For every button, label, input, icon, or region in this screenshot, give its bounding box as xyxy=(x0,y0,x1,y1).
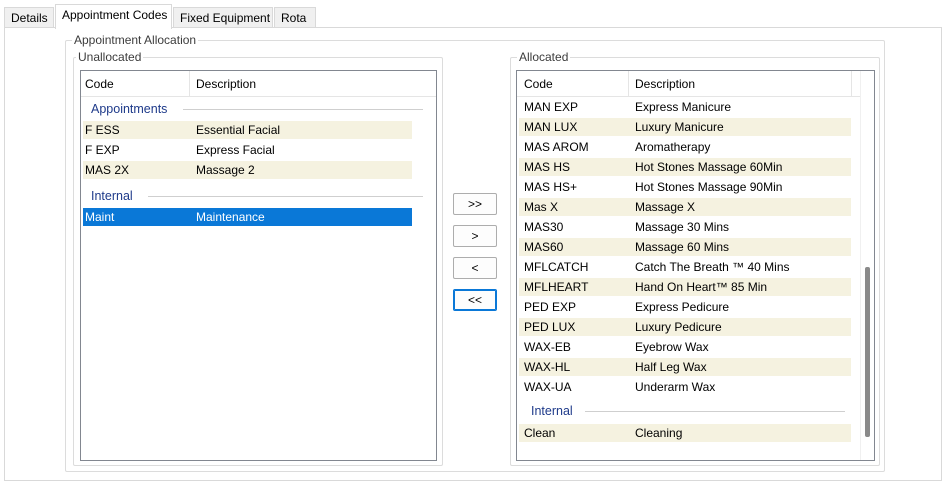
row-description: Luxury Manicure xyxy=(635,120,724,134)
tab-details[interactable]: Details xyxy=(4,7,54,28)
row-description: Hot Stones Massage 90Min xyxy=(635,180,783,194)
tab-appointment-codes[interactable]: Appointment Codes xyxy=(55,4,172,29)
list-item[interactable]: MAS HS Hot Stones Massage 60Min xyxy=(519,158,851,176)
list-item[interactable]: WAX-EB Eyebrow Wax xyxy=(519,338,851,356)
add-button[interactable]: > xyxy=(453,225,497,247)
tab-rota[interactable]: Rota xyxy=(274,7,316,28)
row-code: MAS30 xyxy=(524,220,564,234)
row-code: PED LUX xyxy=(524,320,576,334)
scrollbar-thumb[interactable] xyxy=(865,267,870,437)
row-description: Maintenance xyxy=(196,210,265,224)
unallocated-title: Unallocated xyxy=(76,50,144,64)
list-item[interactable]: MAS AROM Aromatherapy xyxy=(519,138,851,156)
tab-appointment-codes-label: Appointment Codes xyxy=(62,8,168,22)
column-header-code[interactable]: Code xyxy=(520,71,553,97)
group-header-internal: Internal xyxy=(519,401,851,421)
list-item[interactable]: WAX-UA Underarm Wax xyxy=(519,378,851,396)
row-code: MFLCATCH xyxy=(524,260,589,274)
row-code: MAS HS+ xyxy=(524,180,578,194)
allocated-list-header: Code Description xyxy=(517,71,860,97)
row-description: Underarm Wax xyxy=(635,380,716,394)
list-item[interactable]: MAS HS+ Hot Stones Massage 90Min xyxy=(519,178,851,196)
row-code: MAS 2X xyxy=(85,163,130,177)
list-item[interactable]: MAS 2X Massage 2 xyxy=(83,161,412,179)
row-code: MAS60 xyxy=(524,240,564,254)
row-code: Clean xyxy=(524,426,556,440)
row-description: Half Leg Wax xyxy=(635,360,707,374)
row-description: Massage X xyxy=(635,200,696,214)
column-separator[interactable] xyxy=(628,71,629,97)
list-item[interactable]: F ESS Essential Facial xyxy=(83,121,412,139)
row-description: Express Manicure xyxy=(635,100,732,114)
list-item[interactable]: Clean Cleaning xyxy=(519,424,851,442)
row-code: MFLHEART xyxy=(524,280,589,294)
row-code: MAN EXP xyxy=(524,100,579,114)
row-description: Cleaning xyxy=(635,426,683,440)
row-code: Maint xyxy=(85,210,115,224)
tab-details-label: Details xyxy=(11,11,48,25)
list-item[interactable]: PED EXP Express Pedicure xyxy=(519,298,851,316)
appointment-allocation-title: Appointment Allocation xyxy=(72,33,199,47)
list-item[interactable]: F EXP Express Facial xyxy=(83,141,412,159)
list-item[interactable]: MAS60 Massage 60 Mins xyxy=(519,238,851,256)
allocated-list-scrollbar[interactable] xyxy=(860,71,874,460)
group-divider xyxy=(183,109,423,110)
row-code: Mas X xyxy=(524,200,559,214)
tab-fixed-equipment[interactable]: Fixed Equipment xyxy=(173,7,273,28)
column-separator[interactable] xyxy=(851,71,852,97)
list-item[interactable]: MFLHEART Hand On Heart™ 85 Min xyxy=(519,278,851,296)
row-code: PED EXP xyxy=(524,300,577,314)
row-code: F ESS xyxy=(85,123,120,137)
group-name: Internal xyxy=(91,189,133,203)
column-header-code[interactable]: Code xyxy=(81,71,114,97)
row-code: WAX-UA xyxy=(524,380,572,394)
row-description: Aromatherapy xyxy=(635,140,711,154)
row-description: Express Pedicure xyxy=(635,300,730,314)
list-item[interactable]: WAX-HL Half Leg Wax xyxy=(519,358,851,376)
row-description: Essential Facial xyxy=(196,123,281,137)
list-item[interactable]: MAN EXP Express Manicure xyxy=(519,98,851,116)
list-item[interactable]: Mas X Massage X xyxy=(519,198,851,216)
row-code: MAS AROM xyxy=(524,140,589,154)
group-divider xyxy=(585,411,845,412)
row-description: Hand On Heart™ 85 Min xyxy=(635,280,768,294)
list-item-selected[interactable]: Maint Maintenance xyxy=(83,208,412,226)
column-header-description[interactable]: Description xyxy=(631,71,695,97)
row-description: Express Facial xyxy=(196,143,275,157)
row-code: WAX-EB xyxy=(524,340,571,354)
row-description: Massage 60 Mins xyxy=(635,240,730,254)
row-description: Catch The Breath ™ 40 Mins xyxy=(635,260,790,274)
group-name: Internal xyxy=(531,404,573,418)
list-item[interactable]: PED LUX Luxury Pedicure xyxy=(519,318,851,336)
tab-rota-label: Rota xyxy=(281,11,307,25)
list-item[interactable]: MAN LUX Luxury Manicure xyxy=(519,118,851,136)
row-code: F EXP xyxy=(85,143,120,157)
row-code: WAX-HL xyxy=(524,360,571,374)
tab-fixed-equipment-label: Fixed Equipment xyxy=(180,11,271,25)
list-item[interactable]: MFLCATCH Catch The Breath ™ 40 Mins xyxy=(519,258,851,276)
unallocated-list[interactable]: Code Description Appointments F ESS Esse… xyxy=(80,70,437,461)
allocated-list[interactable]: Code Description MAN EXP Express Manicur… xyxy=(516,70,875,461)
row-description: Massage 30 Mins xyxy=(635,220,730,234)
group-header-internal: Internal xyxy=(83,186,423,206)
remove-button[interactable]: < xyxy=(453,257,497,279)
row-description: Eyebrow Wax xyxy=(635,340,709,354)
column-separator[interactable] xyxy=(189,71,190,97)
list-item[interactable]: MAS30 Massage 30 Mins xyxy=(519,218,851,236)
unallocated-list-header: Code Description xyxy=(81,71,436,97)
row-description: Hot Stones Massage 60Min xyxy=(635,160,783,174)
row-code: MAN LUX xyxy=(524,120,578,134)
allocated-title: Allocated xyxy=(517,50,571,64)
add-all-button[interactable]: >> xyxy=(453,193,497,215)
remove-all-button[interactable]: << xyxy=(453,289,497,311)
row-description: Massage 2 xyxy=(196,163,255,177)
row-description: Luxury Pedicure xyxy=(635,320,722,334)
column-header-description[interactable]: Description xyxy=(192,71,256,97)
group-divider xyxy=(148,196,423,197)
group-header-appointments: Appointments xyxy=(83,99,423,119)
row-code: MAS HS xyxy=(524,160,571,174)
group-name: Appointments xyxy=(91,102,168,116)
